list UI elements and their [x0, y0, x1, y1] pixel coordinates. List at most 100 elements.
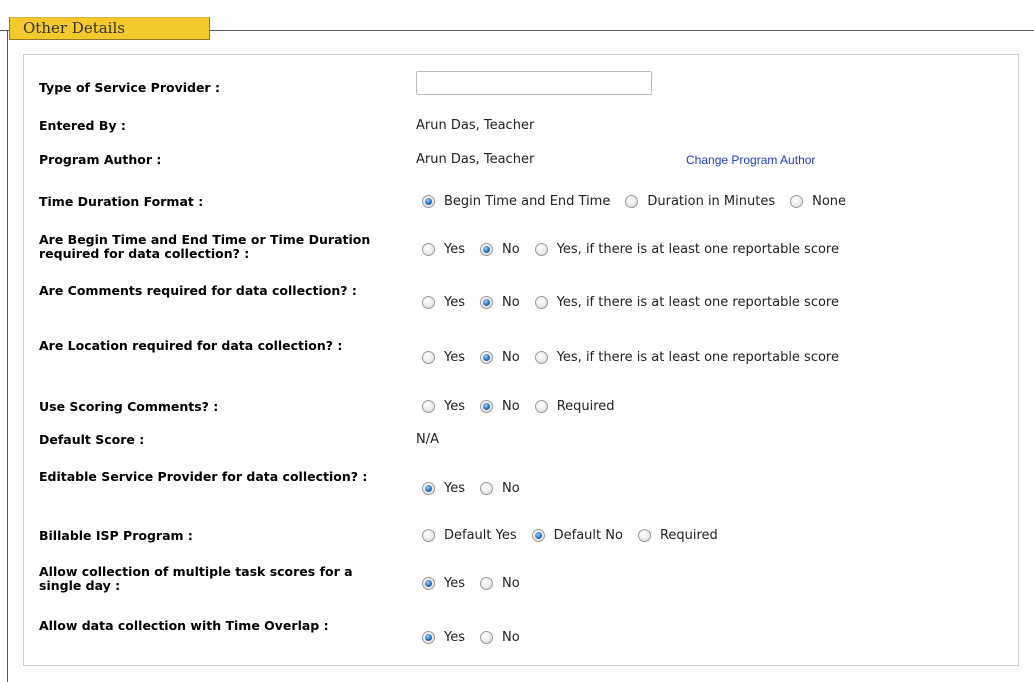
radio-option-label: None: [812, 194, 847, 209]
radio-option[interactable]: Begin Time and End Time: [422, 194, 610, 209]
radio-option-label: No: [502, 350, 520, 365]
radio-group: Yes No: [422, 576, 535, 591]
radio-option-label: Yes: [444, 630, 465, 645]
program-author-value: Arun Das, Teacher: [416, 152, 535, 167]
field-label: Time Duration Format :: [39, 194, 204, 209]
radio-option[interactable]: No: [480, 242, 520, 257]
radio-button[interactable]: [480, 482, 493, 495]
field-label: Allow collection of multiple task scores…: [39, 564, 353, 593]
radio-option[interactable]: Required: [637, 528, 718, 543]
field-label: Allow data collection with Time Overlap …: [39, 618, 329, 633]
radio-button[interactable]: [422, 400, 435, 413]
radio-button[interactable]: [534, 296, 548, 309]
radio-option[interactable]: Yes: [422, 242, 465, 257]
field-label: Are Begin Time and End Time or Time Dura…: [39, 232, 371, 261]
radio-option[interactable]: Yes, if there is at least one reportable…: [534, 295, 839, 310]
radio-button[interactable]: [637, 529, 651, 542]
radio-option-label: No: [502, 399, 520, 414]
radio-option-label: Yes: [444, 576, 465, 591]
radio-group: Yes No Yes, if there is at least one repor…: [422, 242, 854, 257]
radio-button-selected[interactable]: [480, 400, 493, 413]
radio-button-selected[interactable]: [480, 296, 493, 309]
radio-option-label: Default Yes: [444, 528, 517, 543]
field-label: Type of Service Provider :: [39, 80, 220, 95]
radio-button[interactable]: [422, 243, 435, 256]
radio-option[interactable]: Yes: [422, 630, 465, 645]
fieldset-border-top: [210, 30, 1034, 31]
fieldset-border-left: [7, 30, 8, 682]
field-label: Are Location required for data collectio…: [39, 338, 343, 353]
change-program-author-link[interactable]: Change Program Author: [686, 153, 815, 167]
field-label: Program Author :: [39, 152, 162, 167]
radio-group: Yes No Yes, if there is at least one repor…: [422, 295, 854, 310]
radio-option-label: Required: [556, 399, 615, 414]
radio-option[interactable]: None: [790, 194, 846, 209]
radio-option[interactable]: Required: [534, 399, 615, 414]
radio-option-label: Duration in Minutes: [647, 194, 776, 209]
details-panel: Type of Service Provider : Entered By : …: [23, 54, 1019, 666]
default-score-value: N/A: [416, 432, 439, 447]
radio-button-selected[interactable]: [480, 243, 493, 256]
radio-button[interactable]: [480, 577, 493, 590]
section-title-tab: Other Details: [9, 17, 210, 40]
radio-option[interactable]: No: [480, 295, 520, 310]
entered-by-value: Arun Das, Teacher: [416, 118, 535, 133]
radio-option-label: Required: [659, 528, 718, 543]
radio-option[interactable]: Yes: [422, 576, 465, 591]
radio-option-label: Yes: [444, 242, 465, 257]
radio-option-label: Yes: [444, 295, 465, 310]
radio-option[interactable]: No: [480, 630, 520, 645]
radio-option-label: Yes, if there is at least one reportable…: [556, 242, 839, 257]
radio-option-label: No: [502, 481, 520, 496]
field-label: Billable ISP Program :: [39, 528, 193, 543]
radio-option[interactable]: No: [480, 350, 520, 365]
radio-option-label: Yes, if there is at least one reportable…: [556, 350, 839, 365]
service-provider-input[interactable]: [416, 71, 652, 95]
field-label: Entered By :: [39, 118, 126, 133]
radio-option[interactable]: Yes: [422, 481, 465, 496]
radio-button[interactable]: [422, 296, 435, 309]
radio-button[interactable]: [480, 631, 493, 644]
radio-button-selected[interactable]: [422, 631, 435, 644]
radio-option-label: Begin Time and End Time: [444, 194, 611, 209]
radio-option[interactable]: No: [480, 481, 520, 496]
radio-option-label: Yes, if there is at least one reportable…: [556, 295, 839, 310]
radio-group: Default Yes Default No Required: [422, 528, 733, 543]
radio-option-label: Yes: [444, 350, 465, 365]
radio-option-label: No: [502, 630, 520, 645]
field-label: Default Score :: [39, 432, 145, 447]
radio-button-selected[interactable]: [422, 195, 435, 208]
radio-option[interactable]: Yes: [422, 295, 465, 310]
radio-button-selected[interactable]: [422, 482, 435, 495]
radio-option-label: Yes: [444, 399, 465, 414]
radio-group: Yes No: [422, 481, 535, 496]
radio-button[interactable]: [790, 195, 804, 208]
field-label: Are Comments required for data collectio…: [39, 283, 357, 298]
radio-option[interactable]: Yes, if there is at least one reportable…: [534, 242, 839, 257]
field-label: Editable Service Provider for data colle…: [39, 469, 368, 484]
radio-option-label: No: [502, 242, 520, 257]
radio-option[interactable]: Yes, if there is at least one reportable…: [534, 350, 839, 365]
radio-button-selected[interactable]: [531, 529, 545, 542]
radio-button[interactable]: [422, 529, 435, 542]
radio-option[interactable]: No: [480, 399, 520, 414]
radio-button[interactable]: [534, 400, 548, 413]
radio-button[interactable]: [422, 351, 435, 364]
radio-option[interactable]: No: [480, 576, 520, 591]
radio-option[interactable]: Yes: [422, 350, 465, 365]
radio-option-label: Yes: [444, 481, 465, 496]
radio-button-selected[interactable]: [480, 351, 493, 364]
radio-option[interactable]: Yes: [422, 399, 465, 414]
radio-group: Yes No: [422, 630, 535, 645]
field-label: Use Scoring Comments? :: [39, 399, 219, 414]
radio-group: Yes No Yes, if there is at least one repor…: [422, 350, 854, 365]
radio-option[interactable]: Default No: [531, 528, 623, 543]
radio-option[interactable]: Default Yes: [422, 528, 517, 543]
radio-button[interactable]: [534, 243, 548, 256]
radio-option-label: Default No: [553, 528, 623, 543]
radio-option[interactable]: Duration in Minutes: [625, 194, 775, 209]
radio-group: Begin Time and End Time Duration in Minut…: [422, 194, 861, 209]
radio-button[interactable]: [625, 195, 639, 208]
radio-button-selected[interactable]: [422, 577, 435, 590]
radio-button[interactable]: [534, 351, 548, 364]
